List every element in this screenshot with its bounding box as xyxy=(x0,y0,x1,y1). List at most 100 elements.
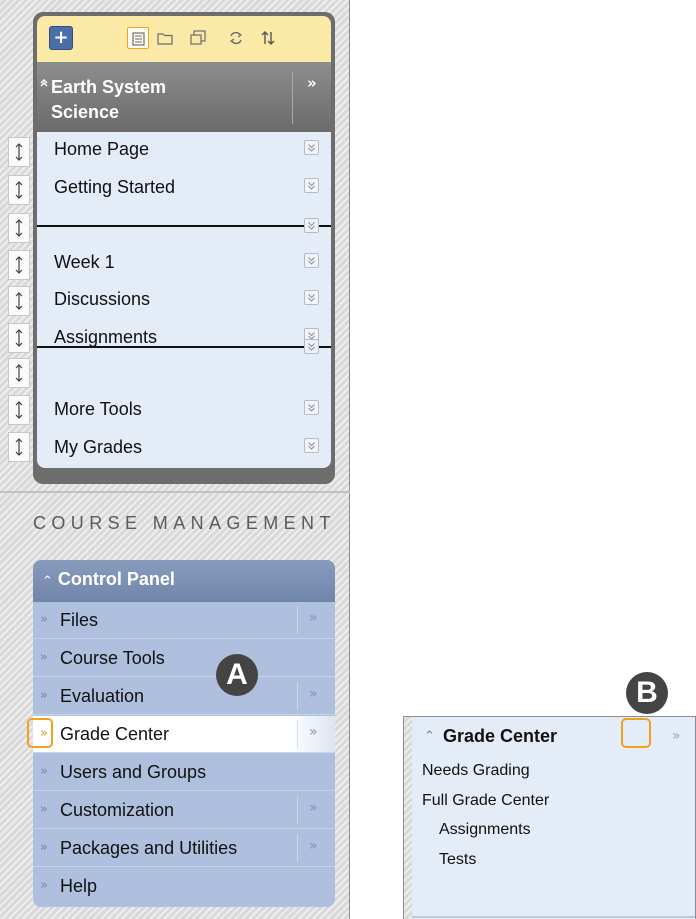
double-chevron-right-icon[interactable]: » xyxy=(309,724,318,740)
popup-panel: ⌃ Grade Center » Needs Grading Full Grad… xyxy=(412,717,695,919)
course-menu-header: Earth System Science » xyxy=(37,62,331,132)
control-panel-item-label[interactable]: Customization xyxy=(60,800,174,821)
control-panel-item-help[interactable]: » Help xyxy=(33,868,335,905)
drag-handle-icon[interactable] xyxy=(8,286,30,316)
list-view-icon[interactable] xyxy=(127,27,149,49)
refresh-icon[interactable] xyxy=(225,27,247,49)
double-chevron-down-icon[interactable]: » xyxy=(40,802,48,817)
course-menu-item-more-tools[interactable]: More Tools xyxy=(37,392,331,430)
control-panel-item-label[interactable]: Packages and Utilities xyxy=(60,838,237,859)
course-menu-toolbar: + xyxy=(37,16,331,62)
popup-link-full-grade-center[interactable]: Full Grade Center xyxy=(422,792,549,810)
reorder-icon[interactable] xyxy=(257,27,279,49)
course-menu-item-home-page[interactable]: Home Page xyxy=(37,132,331,170)
double-chevron-right-icon[interactable]: » xyxy=(672,728,681,744)
control-panel-item-label[interactable]: Files xyxy=(60,610,98,631)
popup-link-assignments[interactable]: Assignments xyxy=(439,821,531,839)
grade-center-popup: ⌃ Grade Center » Needs Grading Full Grad… xyxy=(403,716,696,919)
double-chevron-right-icon[interactable]: » xyxy=(309,800,318,816)
course-title[interactable]: Earth System Science xyxy=(51,75,251,125)
course-menu-item-getting-started[interactable]: Getting Started xyxy=(37,170,331,208)
popup-title[interactable]: Grade Center xyxy=(443,726,557,747)
section-divider xyxy=(0,491,350,493)
popup-link-tests[interactable]: Tests xyxy=(439,851,476,869)
expand-separator xyxy=(297,834,298,862)
double-chevron-down-icon[interactable]: » xyxy=(40,612,48,627)
subheader-divider[interactable] xyxy=(37,339,331,355)
double-chevron-down-icon[interactable]: » xyxy=(40,688,48,703)
double-chevron-up-icon[interactable]: ⌃ xyxy=(42,574,53,589)
control-panel-item-grade-center[interactable]: » Grade Center » xyxy=(33,716,335,753)
drag-handle-icon[interactable] xyxy=(8,250,30,280)
control-panel-item-label[interactable]: Course Tools xyxy=(60,648,165,669)
double-chevron-down-icon[interactable]: » xyxy=(40,650,48,665)
double-chevron-up-icon[interactable]: ⌃ xyxy=(424,729,435,744)
control-panel-item-packages-and-utilities[interactable]: » Packages and Utilities » xyxy=(33,830,335,867)
control-panel-label[interactable]: ⌃ Control Panel xyxy=(42,569,175,590)
drag-handle-icon[interactable] xyxy=(8,395,30,425)
control-panel-item-label[interactable]: Grade Center xyxy=(60,724,169,745)
callout-highlight-b xyxy=(621,718,651,748)
drag-handle-icon[interactable] xyxy=(8,213,30,243)
expand-separator xyxy=(297,682,298,710)
control-panel-item-course-tools[interactable]: » Course Tools xyxy=(33,640,335,677)
double-chevron-down-icon[interactable]: » xyxy=(40,878,48,893)
popup-hatch-strip xyxy=(404,717,412,919)
menu-item-label[interactable]: Week 1 xyxy=(54,252,115,273)
callout-highlight-a xyxy=(27,718,53,748)
folder-view-icon[interactable] xyxy=(154,27,176,49)
course-menu-item-discussions[interactable]: Discussions xyxy=(37,282,331,320)
control-panel-item-label[interactable]: Evaluation xyxy=(60,686,144,707)
course-menu-item-my-grades[interactable]: My Grades xyxy=(37,430,331,468)
popup-link-needs-grading[interactable]: Needs Grading xyxy=(422,762,530,780)
control-panel-item-label[interactable]: Help xyxy=(60,876,97,897)
double-chevron-up-icon[interactable] xyxy=(37,76,51,90)
chevron-down-icon[interactable] xyxy=(304,218,319,233)
chevron-down-icon[interactable] xyxy=(304,140,319,155)
drag-handle-icon[interactable] xyxy=(8,175,30,205)
chevron-down-icon[interactable] xyxy=(304,253,319,268)
chevron-down-icon[interactable] xyxy=(304,438,319,453)
drag-handle-icon[interactable] xyxy=(8,432,30,462)
divider-line xyxy=(37,346,331,348)
drag-handle-icon[interactable] xyxy=(8,358,30,388)
double-chevron-right-icon[interactable]: » xyxy=(309,610,318,626)
chevron-down-icon[interactable] xyxy=(304,290,319,305)
drag-handle-icon[interactable] xyxy=(8,137,30,167)
control-panel-item-evaluation[interactable]: » Evaluation » xyxy=(33,678,335,715)
menu-item-label[interactable]: Home Page xyxy=(54,139,149,160)
expand-separator xyxy=(297,606,298,634)
double-chevron-down-icon[interactable]: » xyxy=(40,840,48,855)
double-chevron-down-icon[interactable]: » xyxy=(40,764,48,779)
double-chevron-right-icon[interactable]: » xyxy=(307,74,317,92)
control-panel-item-files[interactable]: » Files » xyxy=(33,602,335,639)
course-menu-item-week-1[interactable]: Week 1 xyxy=(37,245,331,283)
divider-line xyxy=(37,225,331,227)
menu-item-label[interactable]: Getting Started xyxy=(54,177,175,198)
chevron-down-icon[interactable] xyxy=(304,400,319,415)
double-chevron-right-icon[interactable]: » xyxy=(309,686,318,702)
double-chevron-right-icon[interactable]: » xyxy=(309,838,318,854)
control-panel-item-users-and-groups[interactable]: » Users and Groups xyxy=(33,754,335,791)
menu-item-label[interactable]: Discussions xyxy=(54,289,150,310)
subheader-divider[interactable] xyxy=(37,218,331,234)
expand-separator xyxy=(297,796,298,824)
expand-separator xyxy=(297,720,298,748)
plus-icon[interactable]: + xyxy=(49,26,73,50)
course-menu-list: Home Page Getting Started Week 1 Discuss… xyxy=(37,132,331,468)
callout-badge-a: A xyxy=(216,654,258,696)
popup-bottom-border xyxy=(412,916,695,918)
drag-handle-icon[interactable] xyxy=(8,323,30,353)
header-separator xyxy=(292,72,293,124)
course-management-title: COURSE MANAGEMENT xyxy=(33,513,336,533)
control-panel-item-label[interactable]: Users and Groups xyxy=(60,762,206,783)
callout-badge-b: B xyxy=(626,672,668,714)
chevron-down-icon[interactable] xyxy=(304,178,319,193)
menu-item-label[interactable]: My Grades xyxy=(54,437,142,458)
menu-item-label[interactable]: More Tools xyxy=(54,399,142,420)
new-window-icon[interactable] xyxy=(187,27,209,49)
control-panel-list: » Files » » Course Tools » Evaluation » … xyxy=(33,602,335,907)
control-panel-item-customization[interactable]: » Customization » xyxy=(33,792,335,829)
chevron-down-icon[interactable] xyxy=(304,339,319,354)
control-panel-header[interactable]: ⌃ Control Panel xyxy=(33,560,335,602)
